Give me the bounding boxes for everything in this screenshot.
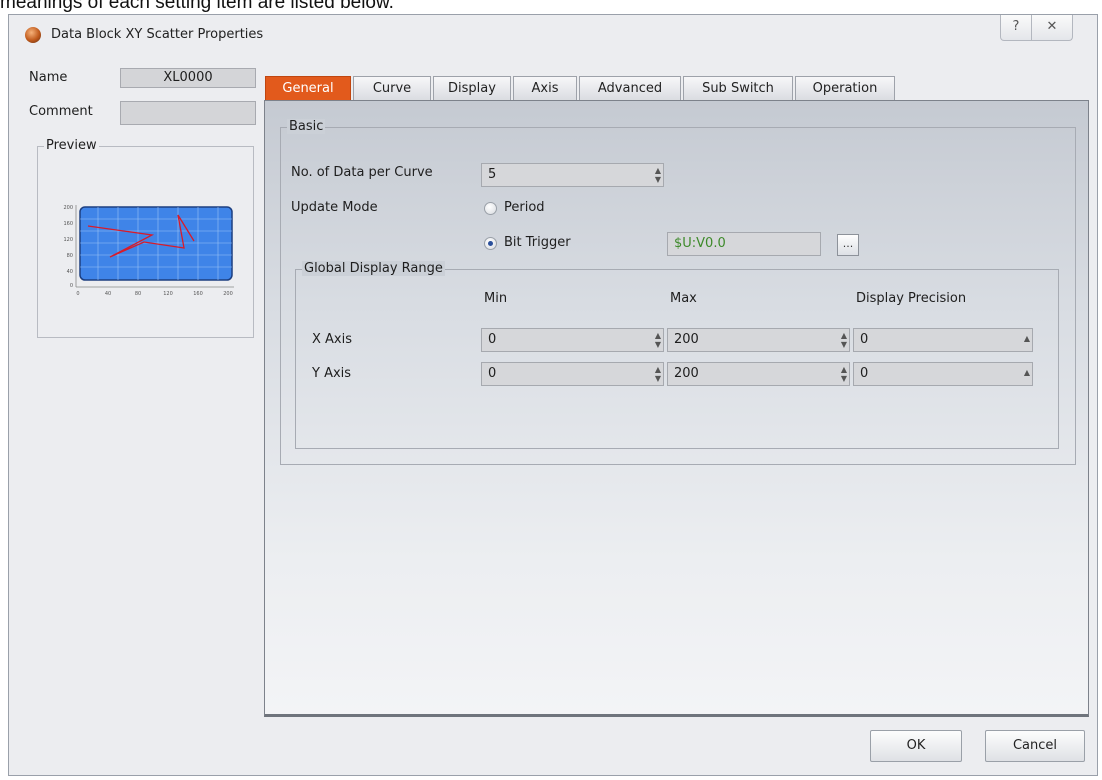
spinner-arrows-icon[interactable]: ▲ ▼: [655, 331, 661, 349]
data-per-curve-spinner[interactable]: 5 ▲ ▼: [481, 163, 664, 187]
spinner-up-icon[interactable]: ▲: [1024, 334, 1030, 343]
spinner-arrows-icon[interactable]: ▲ ▼: [841, 365, 847, 383]
min-column-header: Min: [484, 291, 508, 306]
title-bar: Data Block XY Scatter Properties ? ✕: [9, 15, 1097, 49]
tab-advanced[interactable]: Advanced: [579, 76, 681, 101]
preview-chart: 200 160 120 80 40 0 0 40 80 120 160 200: [63, 205, 234, 297]
x-axis-label: X Axis: [312, 332, 353, 347]
x-precision-value: 0: [860, 332, 869, 347]
y-min-value: 0: [488, 366, 497, 381]
y-precision-spinner[interactable]: 0 ▲: [853, 362, 1033, 386]
spinner-up-icon[interactable]: ▲: [1024, 368, 1030, 377]
preview-y-tick: 40: [67, 269, 73, 275]
y-axis-label: Y Axis: [312, 366, 352, 381]
general-tab-panel: Basic No. of Data per Curve 5 ▲ ▼ Update …: [264, 100, 1089, 717]
global-display-range-group: Global Display Range Min Max Display Pre…: [295, 261, 1059, 449]
browse-address-button[interactable]: ...: [837, 234, 859, 256]
preview-label: Preview: [44, 138, 99, 153]
tab-display[interactable]: Display: [433, 76, 511, 101]
properties-dialog: Data Block XY Scatter Properties ? ✕ Nam…: [8, 14, 1098, 776]
tab-curve[interactable]: Curve: [353, 76, 431, 101]
spinner-arrows-icon[interactable]: ▲ ▼: [655, 166, 661, 184]
ok-button[interactable]: OK: [870, 730, 962, 762]
tab-sub-switch[interactable]: Sub Switch: [683, 76, 793, 101]
y-precision-value: 0: [860, 366, 869, 381]
x-min-spinner[interactable]: 0 ▲ ▼: [481, 328, 664, 352]
x-min-value: 0: [488, 332, 497, 347]
name-label: Name: [29, 70, 68, 85]
tab-operation[interactable]: Operation: [795, 76, 895, 101]
x-precision-spinner[interactable]: 0 ▲: [853, 328, 1033, 352]
cancel-button[interactable]: Cancel: [985, 730, 1085, 762]
precision-column-header: Display Precision: [856, 291, 967, 306]
preview-x-tick: 80: [135, 291, 141, 297]
update-mode-label: Update Mode: [291, 200, 378, 215]
data-per-curve-label: No. of Data per Curve: [291, 165, 433, 180]
data-per-curve-value: 5: [488, 167, 497, 182]
comment-label: Comment: [29, 104, 93, 119]
spinner-arrows-icon[interactable]: ▲ ▼: [841, 331, 847, 349]
tab-axis[interactable]: Axis: [513, 76, 577, 101]
close-button[interactable]: ✕: [1031, 15, 1073, 41]
preview-y-tick: 120: [63, 237, 73, 243]
preview-y-tick: 80: [67, 253, 73, 259]
basic-group-label: Basic: [287, 119, 326, 134]
tab-general[interactable]: General: [265, 76, 351, 101]
basic-group: Basic No. of Data per Curve 5 ▲ ▼ Update …: [280, 119, 1076, 465]
period-radio[interactable]: [484, 202, 497, 215]
preview-y-tick: 0: [70, 283, 73, 289]
x-max-spinner[interactable]: 200 ▲ ▼: [667, 328, 850, 352]
y-min-spinner[interactable]: 0 ▲ ▼: [481, 362, 664, 386]
preview-y-tick: 160: [63, 221, 73, 227]
document-caption: meanings of each setting item are listed…: [0, 0, 394, 13]
max-column-header: Max: [670, 291, 697, 306]
preview-x-tick: 120: [163, 291, 173, 297]
preview-x-tick: 200: [223, 291, 233, 297]
bit-trigger-radio[interactable]: [484, 237, 497, 250]
window-title: Data Block XY Scatter Properties: [51, 27, 264, 42]
period-radio-label: Period: [504, 200, 545, 215]
help-button[interactable]: ?: [1000, 15, 1032, 41]
comment-field: [120, 101, 256, 125]
global-display-range-label: Global Display Range: [302, 261, 445, 276]
preview-x-tick: 40: [105, 291, 111, 297]
app-icon: [25, 27, 41, 43]
preview-x-tick: 0: [76, 291, 79, 297]
preview-y-tick: 200: [63, 205, 73, 211]
name-field: XL0000: [120, 68, 256, 88]
y-max-value: 200: [674, 366, 699, 381]
x-max-value: 200: [674, 332, 699, 347]
y-max-spinner[interactable]: 200 ▲ ▼: [667, 362, 850, 386]
preview-x-tick: 160: [193, 291, 203, 297]
preview-group: Preview 200 160 120 80 40 0 0 40 80 120 …: [37, 138, 254, 338]
trigger-address-field[interactable]: $U:V0.0: [667, 232, 821, 256]
bit-trigger-radio-label: Bit Trigger: [504, 235, 571, 250]
spinner-arrows-icon[interactable]: ▲ ▼: [655, 365, 661, 383]
